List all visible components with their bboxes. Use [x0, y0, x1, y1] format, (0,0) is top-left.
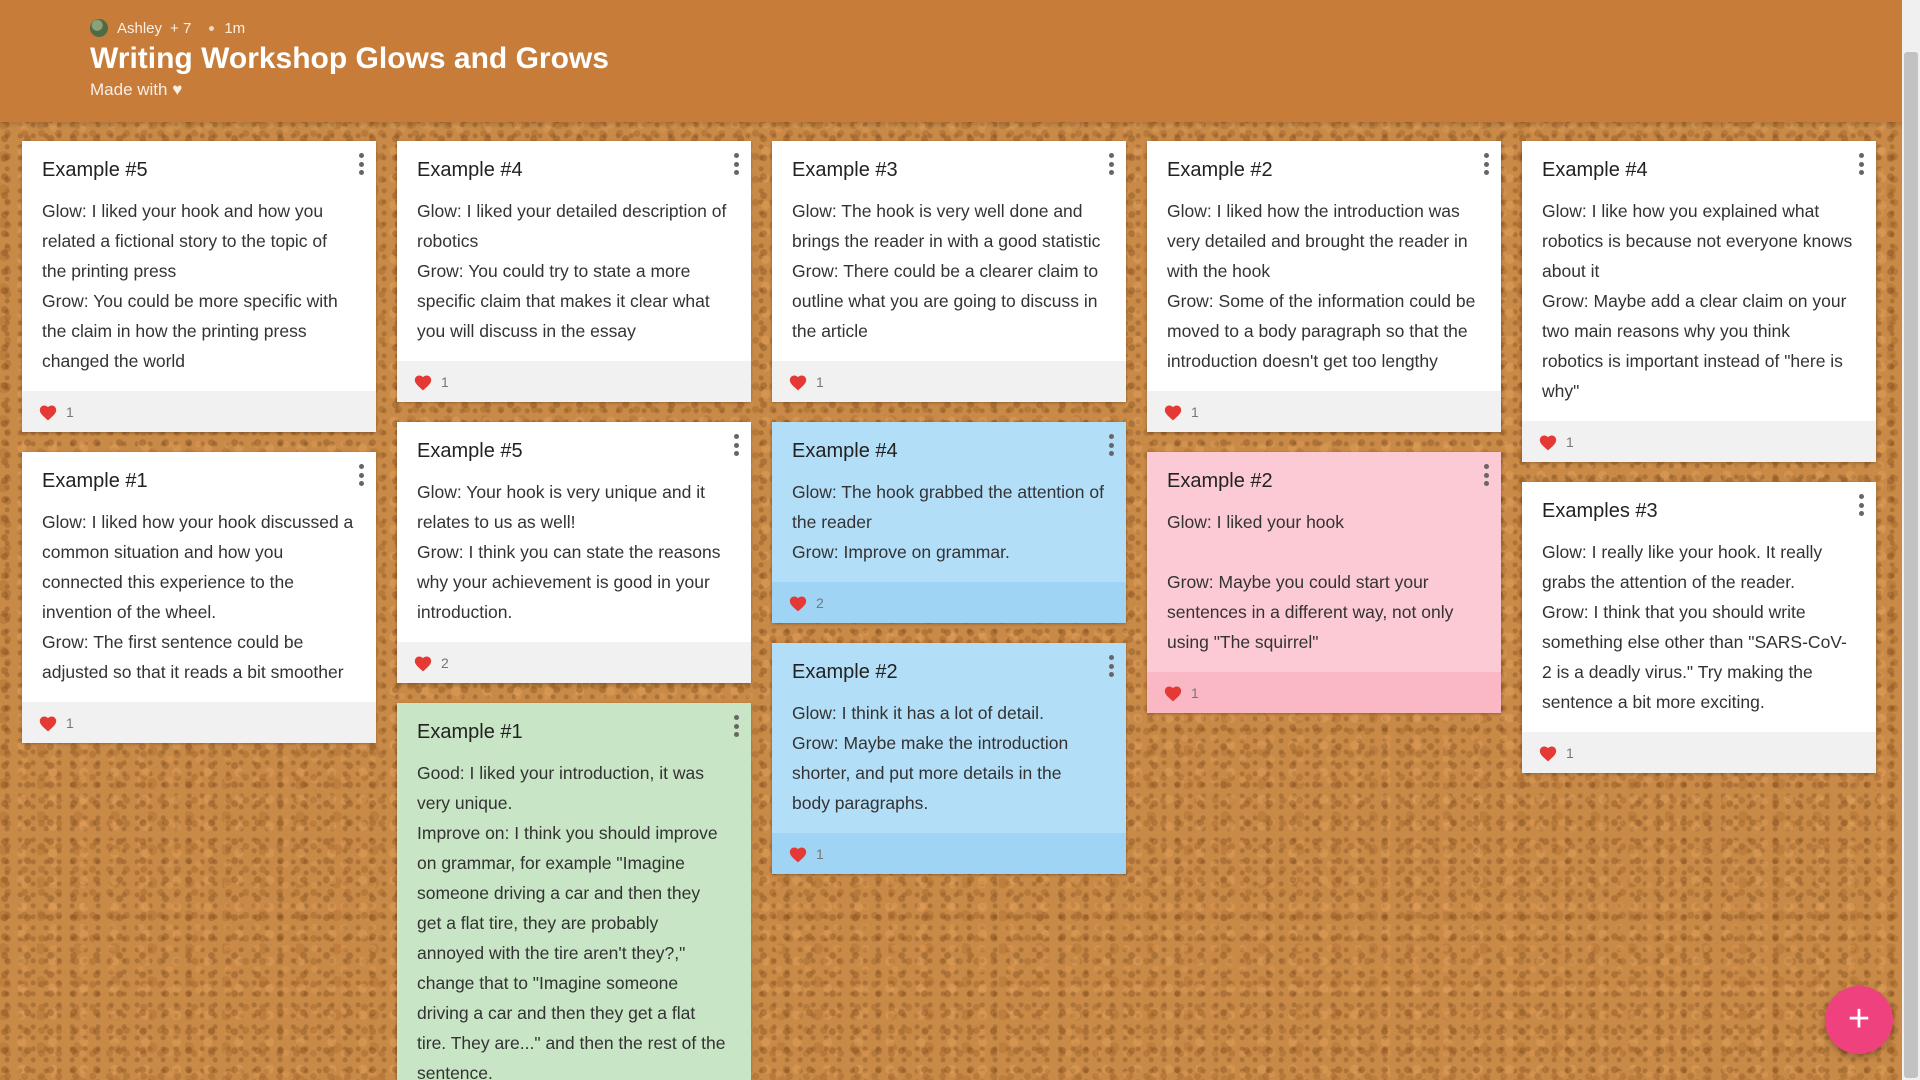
contributors-count[interactable]: + 7	[170, 20, 191, 37]
separator-dot	[209, 25, 215, 31]
post-title: Example #3	[792, 159, 898, 181]
post-title: Example #2	[1167, 159, 1273, 181]
like-count: 1	[1566, 433, 1574, 450]
like-count: 1	[1566, 744, 1574, 761]
more-vert-icon[interactable]	[359, 464, 365, 486]
post-title: Examples #3	[1542, 500, 1658, 522]
post-footer: 2	[397, 642, 751, 683]
post-text: Glow: I really like your hook. It really…	[1542, 542, 1847, 712]
heart-icon[interactable]	[38, 714, 58, 732]
board-title: Writing Workshop Glows and Grows	[90, 42, 609, 75]
like-count: 1	[1191, 403, 1199, 420]
more-vert-icon[interactable]	[1109, 153, 1115, 175]
like-count: 1	[816, 373, 824, 390]
heart-icon[interactable]	[1163, 684, 1183, 702]
post-footer: 1	[1522, 421, 1876, 462]
post-card[interactable]: Example #5 Glow: Your hook is very uniqu…	[397, 422, 751, 683]
post-text: Glow: I liked how the introduction was v…	[1167, 201, 1476, 371]
post-text: Good: I liked your introduction, it was …	[417, 763, 726, 1080]
post-card[interactable]: Example #5 Glow: I liked your hook and h…	[22, 141, 376, 432]
post-card[interactable]: Example #1 Good: I liked your introducti…	[397, 703, 751, 1080]
post-title: Example #1	[42, 470, 148, 492]
like-count: 1	[441, 373, 449, 390]
post-card[interactable]: Example #2 Glow: I liked your hook Grow:…	[1147, 452, 1501, 713]
vertical-scrollbar[interactable]	[1902, 0, 1920, 1080]
more-vert-icon[interactable]	[734, 434, 740, 456]
post-title: Example #2	[1167, 470, 1273, 492]
more-vert-icon[interactable]	[1859, 153, 1865, 175]
add-post-button[interactable]: +	[1825, 986, 1893, 1054]
post-title: Example #5	[42, 159, 148, 181]
more-vert-icon[interactable]	[1859, 494, 1865, 516]
post-text: Glow: The hook is very well done and bri…	[792, 201, 1101, 341]
post-footer: 1	[1147, 391, 1501, 432]
author-name[interactable]: Ashley	[117, 20, 162, 37]
scrollbar-thumb[interactable]	[1904, 52, 1918, 1078]
heart-icon[interactable]	[788, 594, 808, 612]
post-footer: 1	[772, 833, 1126, 874]
heart-icon[interactable]	[38, 403, 58, 421]
post-card[interactable]: Example #2 Glow: I think it has a lot of…	[772, 643, 1126, 874]
board-subtitle[interactable]: Made with ♥	[90, 80, 182, 100]
heart-icon[interactable]	[1538, 433, 1558, 451]
post-text: Glow: I like how you explained what robo…	[1542, 201, 1853, 401]
plus-icon: +	[1847, 998, 1871, 1040]
board-column: Example #3 Glow: The hook is very well d…	[772, 141, 1126, 894]
post-title: Example #2	[792, 661, 898, 683]
post-footer: 1	[22, 702, 376, 743]
post-text: Glow: The hook grabbed the attention of …	[792, 482, 1104, 562]
like-count: 1	[66, 714, 74, 731]
post-footer: 1	[397, 361, 751, 402]
heart-icon[interactable]	[1538, 744, 1558, 762]
post-card[interactable]: Examples #3 Glow: I really like your hoo…	[1522, 482, 1876, 773]
post-text: Glow: I liked your hook and how you rela…	[42, 201, 338, 371]
like-count: 1	[1191, 684, 1199, 701]
board-column: Example #4 Glow: I liked your detailed d…	[397, 141, 751, 1080]
post-title: Example #4	[1542, 159, 1648, 181]
post-title: Example #4	[417, 159, 523, 181]
post-footer: 1	[1147, 672, 1501, 713]
author-avatar[interactable]	[90, 19, 108, 37]
like-count: 2	[816, 594, 824, 611]
post-footer: 1	[1522, 732, 1876, 773]
heart-icon[interactable]	[1163, 403, 1183, 421]
post-text: Glow: I liked your hook Grow: Maybe you …	[1167, 512, 1454, 652]
more-vert-icon[interactable]	[734, 715, 740, 737]
like-count: 2	[441, 654, 449, 671]
board-column: Example #5 Glow: I liked your hook and h…	[22, 141, 376, 763]
board-column: Example #4 Glow: I like how you explaine…	[1522, 141, 1876, 793]
post-text: Glow: I think it has a lot of detail. Gr…	[792, 703, 1069, 813]
post-text: Glow: I liked your detailed description …	[417, 201, 727, 341]
more-vert-icon[interactable]	[1109, 434, 1115, 456]
time-ago: 1m	[224, 19, 246, 37]
heart-icon[interactable]	[788, 845, 808, 863]
post-card[interactable]: Example #3 Glow: The hook is very well d…	[772, 141, 1126, 402]
more-vert-icon[interactable]	[1484, 153, 1490, 175]
post-footer: 1	[772, 361, 1126, 402]
post-title: Example #5	[417, 440, 523, 462]
post-card[interactable]: Example #2 Glow: I liked how the introdu…	[1147, 141, 1501, 432]
post-text: Glow: Your hook is very unique and it re…	[417, 482, 721, 622]
like-count: 1	[816, 845, 824, 862]
post-footer: 2	[772, 582, 1126, 623]
more-vert-icon[interactable]	[1109, 655, 1115, 677]
post-card[interactable]: Example #4 Glow: I liked your detailed d…	[397, 141, 751, 402]
board-column: Example #2 Glow: I liked how the introdu…	[1147, 141, 1501, 733]
like-count: 1	[66, 403, 74, 420]
post-card[interactable]: Example #4 Glow: I like how you explaine…	[1522, 141, 1876, 462]
post-card[interactable]: Example #4 Glow: The hook grabbed the at…	[772, 422, 1126, 623]
more-vert-icon[interactable]	[734, 153, 740, 175]
heart-icon[interactable]	[413, 654, 433, 672]
post-footer: 1	[22, 391, 376, 432]
post-text: Glow: I liked how your hook discussed a …	[42, 512, 354, 682]
heart-icon[interactable]	[788, 373, 808, 391]
post-card[interactable]: Example #1 Glow: I liked how your hook d…	[22, 452, 376, 743]
post-title: Example #1	[417, 721, 523, 743]
more-vert-icon[interactable]	[359, 153, 365, 175]
heart-icon[interactable]	[413, 373, 433, 391]
board-meta: Ashley + 7 1m	[90, 19, 245, 37]
post-title: Example #4	[792, 440, 898, 462]
board-header: Ashley + 7 1m Writing Workshop Glows and…	[0, 0, 1920, 122]
more-vert-icon[interactable]	[1484, 464, 1490, 486]
